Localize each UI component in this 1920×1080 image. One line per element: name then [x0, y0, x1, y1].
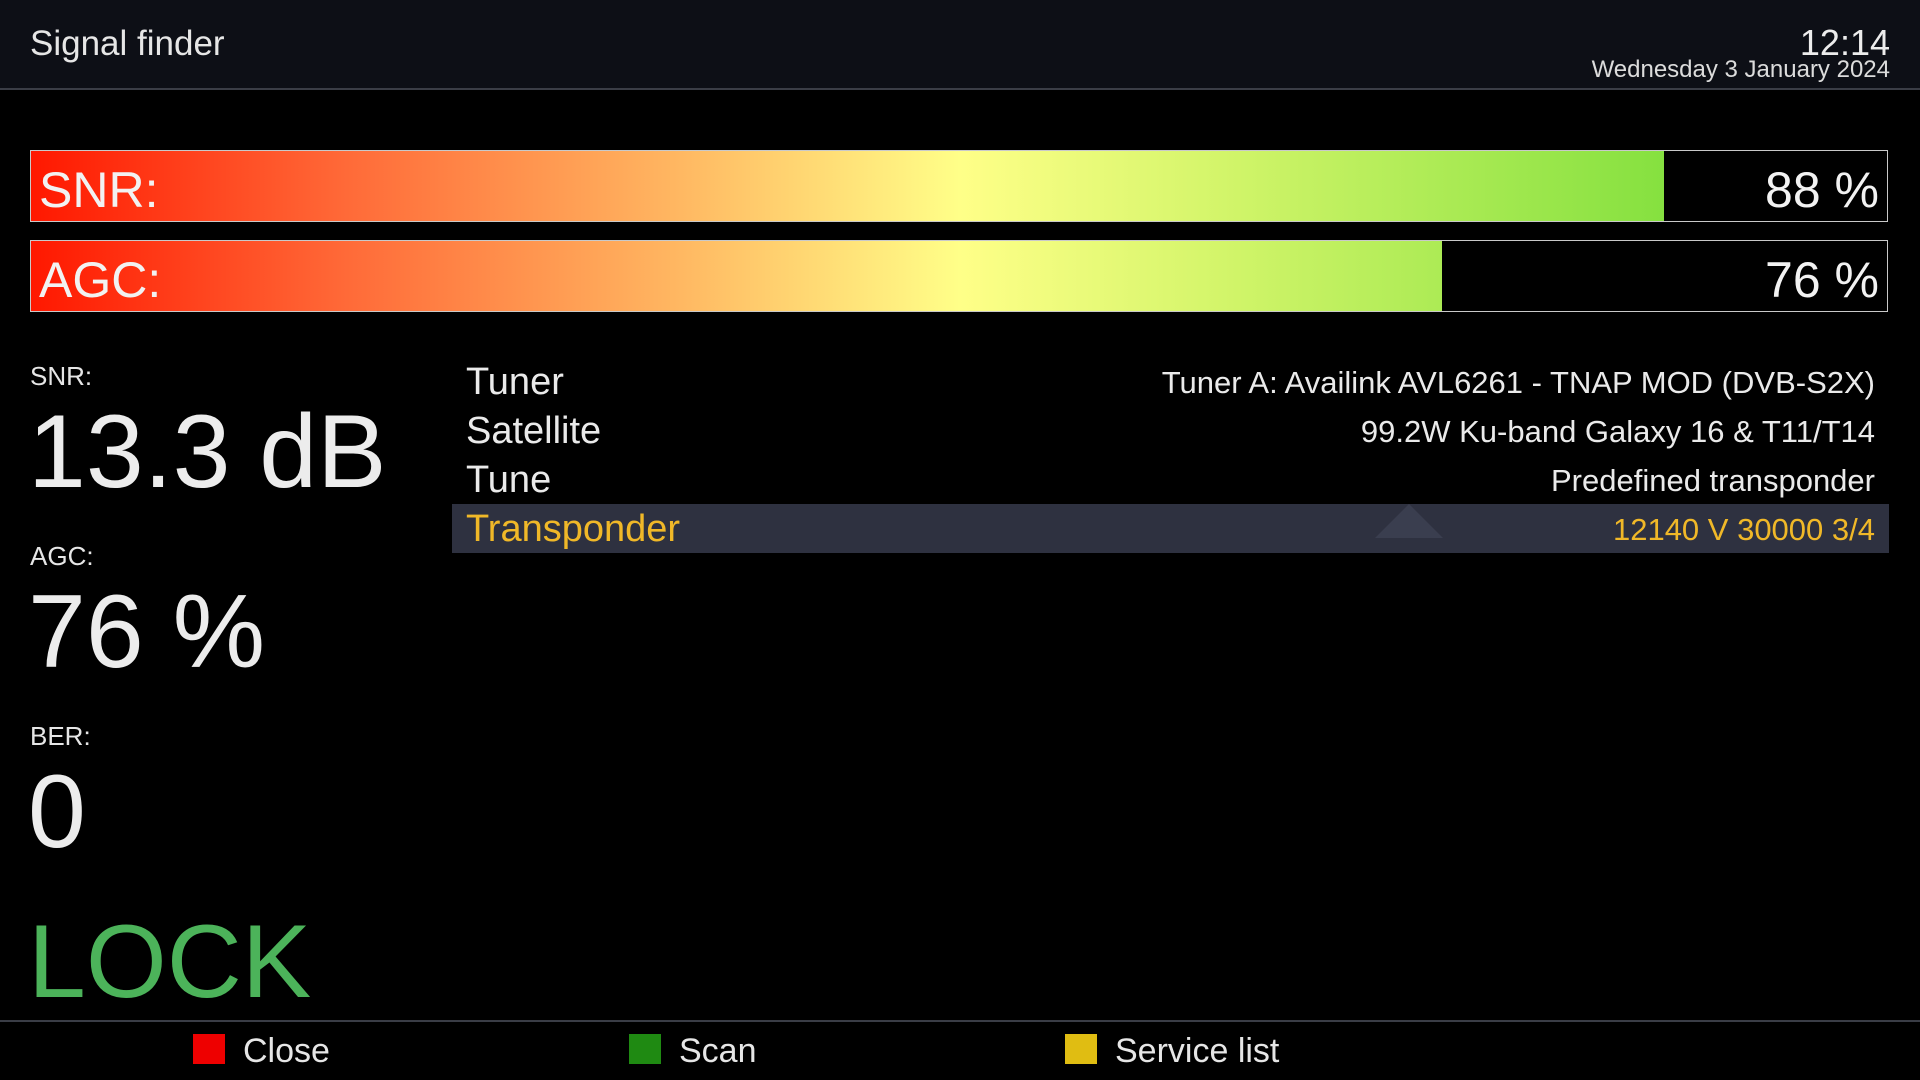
info-value-tune: Predefined transponder [1550, 463, 1875, 498]
snr-bar-label: SNR: [39, 162, 159, 218]
green-key-icon [629, 1034, 661, 1064]
footer-divider [0, 1020, 1920, 1022]
info-value-transponder: 12140 V 30000 3/4 [1612, 512, 1875, 547]
agc-bar-value: 76 % [1765, 252, 1879, 308]
info-row-transponder[interactable]: Transponder 12140 V 30000 3/4 [452, 504, 1889, 553]
ber-stat-label: BER: [30, 721, 91, 751]
signal-finder-screen: Signal finder 12:14 Wednesday 3 January … [0, 0, 1920, 1080]
agc-bar-label: AGC: [39, 252, 162, 308]
snr-bar-fill [31, 151, 1665, 221]
red-key-icon [193, 1034, 225, 1064]
close-button-label: Close [243, 1032, 330, 1070]
agc-bar-fill [31, 241, 1442, 311]
yellow-key-icon [1065, 1034, 1097, 1064]
info-value-satellite: 99.2W Ku-band Galaxy 16 & T11/T14 [1360, 414, 1875, 449]
tuner-info-list: Tuner Tuner A: Availink AVL6261 - TNAP M… [452, 357, 1889, 553]
agc-stat-label: AGC: [30, 541, 94, 571]
ber-stat-value: 0 [28, 754, 86, 870]
info-label-tuner: Tuner [466, 361, 564, 403]
snr-bar: SNR: 88 % [30, 150, 1888, 222]
info-row-tuner[interactable]: Tuner Tuner A: Availink AVL6261 - TNAP M… [452, 357, 1889, 406]
snr-stat-label: SNR: [30, 361, 93, 391]
info-label-transponder: Transponder [466, 508, 681, 550]
info-value-tuner: Tuner A: Availink AVL6261 - TNAP MOD (DV… [1161, 365, 1875, 400]
agc-bar: AGC: 76 % [30, 240, 1888, 312]
snr-bar-value: 88 % [1765, 162, 1879, 218]
lock-status: LOCK [28, 904, 312, 1020]
info-row-tune[interactable]: Tune Predefined transponder [452, 455, 1889, 504]
info-label-satellite: Satellite [466, 410, 602, 452]
clock-date: Wednesday 3 January 2024 [1591, 56, 1890, 83]
service-list-button-label: Service list [1115, 1032, 1280, 1070]
selection-marker-icon [1375, 504, 1443, 538]
header-bar: Signal finder 12:14 Wednesday 3 January … [0, 0, 1920, 90]
info-label-tune: Tune [466, 459, 552, 501]
snr-stat-value: 13.3 dB [28, 394, 387, 510]
page-title: Signal finder [30, 24, 225, 63]
agc-stat-value: 76 % [28, 574, 266, 690]
info-row-satellite[interactable]: Satellite 99.2W Ku-band Galaxy 16 & T11/… [452, 406, 1889, 455]
scan-button-label: Scan [679, 1032, 757, 1070]
